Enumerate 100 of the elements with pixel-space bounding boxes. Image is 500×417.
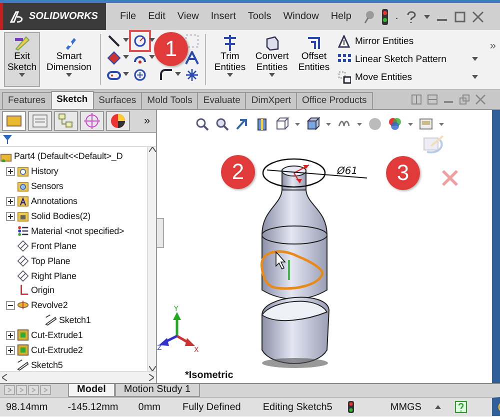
collapse-icon[interactable]	[6, 300, 15, 310]
view-orientation-icon[interactable]	[275, 117, 289, 131]
expand-icon[interactable]	[6, 330, 15, 340]
caret-icon[interactable]	[408, 122, 413, 126]
ribbon-tab[interactable]: Sketch	[50, 91, 94, 109]
menu-item[interactable]: Window	[277, 11, 325, 22]
caret-icon[interactable]	[357, 122, 362, 126]
sketch-circle[interactable]	[262, 158, 326, 188]
tree-item[interactable]: Sensors	[0, 178, 147, 194]
tree-item[interactable]: Top Plane	[0, 253, 147, 268]
menu-item[interactable]: File	[114, 11, 142, 22]
caret-icon[interactable]	[149, 38, 155, 43]
maximize-icon[interactable]	[454, 10, 466, 22]
tree-item[interactable]: Cut-Extrude2	[0, 342, 147, 358]
sketch-tool-item[interactable]: Linear Sketch Pattern	[338, 52, 478, 66]
tree-item[interactable]: Sketch1	[0, 312, 147, 328]
caret-icon[interactable]	[326, 122, 331, 126]
caret-icon[interactable]	[439, 122, 444, 126]
sketch-profile[interactable]	[260, 250, 324, 290]
caret-icon[interactable]	[149, 55, 155, 60]
caret-icon[interactable]	[175, 72, 181, 77]
sketch-tool-item[interactable]: Mirror Entities	[338, 34, 478, 48]
menu-item[interactable]: Help	[324, 11, 358, 22]
separator-dot: .	[395, 11, 398, 22]
cube-icon	[264, 35, 280, 51]
dropdown-arrow-icon[interactable]	[424, 14, 430, 20]
caret-icon[interactable]	[123, 72, 129, 77]
tree-item[interactable]: Material <not specified>	[0, 223, 147, 238]
exit-sketch-icon	[14, 35, 30, 51]
previous-view-icon[interactable]	[235, 117, 249, 131]
text-icon[interactable]	[185, 50, 199, 64]
expand-icon[interactable]	[6, 196, 15, 206]
menu-item[interactable]: Tools	[242, 11, 278, 22]
help-icon[interactable]	[455, 401, 468, 413]
move-icon	[338, 71, 351, 84]
close-icon[interactable]	[472, 10, 484, 22]
tree-item[interactable]: Cut-Extrude1	[0, 328, 147, 343]
ribbon-tab[interactable]: Office Products	[296, 92, 373, 109]
zoom-fit-icon[interactable]	[195, 117, 209, 131]
tree-item[interactable]: Part4 (Default<<Default>_D	[0, 149, 147, 164]
expand-icon[interactable]	[6, 346, 15, 355]
panel-tab[interactable]	[2, 111, 26, 131]
trim-entities-button[interactable]: Trim Entities	[210, 32, 250, 87]
status-text: 98.14mm	[6, 402, 48, 412]
tile-icon[interactable]	[411, 94, 422, 105]
fillet-icon[interactable]	[159, 68, 173, 82]
expand-icon[interactable]	[6, 212, 15, 220]
dimension-label[interactable]: Ø61	[337, 166, 358, 177]
menu-item[interactable]: Insert	[204, 11, 242, 22]
model-tab[interactable]: Model	[68, 384, 115, 397]
pushpin-icon[interactable]	[363, 10, 376, 24]
tree-item[interactable]: History	[0, 164, 147, 179]
line-icon[interactable]	[107, 34, 121, 48]
tree-item[interactable]: Front Plane	[0, 238, 147, 254]
dimension-arrow[interactable]	[266, 164, 368, 184]
tree-item[interactable]: Sketch5	[0, 357, 147, 371]
scene-icon[interactable]	[388, 117, 402, 131]
panel-splitter-handle[interactable]	[157, 218, 164, 248]
sketch-icon	[17, 358, 29, 371]
tree-item[interactable]: Origin	[0, 283, 147, 298]
traffic-light-icon	[381, 8, 390, 24]
tree-item[interactable]: Right Plane	[0, 268, 147, 284]
point-icon[interactable]	[185, 68, 199, 82]
units-selector[interactable]: MMGS	[390, 402, 422, 412]
scroll-right-icon[interactable]	[149, 374, 154, 381]
section-view-icon[interactable]	[255, 117, 269, 131]
caret-icon[interactable]	[123, 38, 129, 43]
sketch-tool-item[interactable]: Move Entities	[338, 71, 478, 84]
scroll-left-icon[interactable]	[2, 374, 7, 381]
menu-item[interactable]: Edit	[142, 11, 172, 22]
grid-icon[interactable]	[185, 34, 199, 48]
panel-tab[interactable]	[106, 111, 130, 131]
offset-icon	[306, 35, 322, 51]
caret-icon[interactable]	[123, 55, 129, 60]
offset-entities-button[interactable]: Offset Entities	[294, 32, 334, 87]
convert-entities-button[interactable]: Convert Entities	[252, 32, 292, 87]
tree-item[interactable]: Solid Bodies(2)	[0, 208, 147, 224]
scroll-down-icon[interactable]	[148, 366, 156, 371]
filter-icon[interactable]	[3, 135, 12, 144]
ribbon-tab[interactable]: Features	[2, 92, 52, 109]
zoom-area-icon[interactable]	[215, 117, 229, 131]
menu-item[interactable]: View	[171, 11, 205, 22]
exit-sketch-button[interactable]: Exit Sketch	[4, 32, 40, 87]
point-circle-icon[interactable]	[133, 68, 147, 82]
scrollbar[interactable]	[0, 371, 156, 383]
scrollbar[interactable]	[147, 147, 156, 371]
tile-icon[interactable]	[427, 94, 438, 105]
smart-dimension-button[interactable]: Smart Dimension	[42, 32, 96, 87]
more-button[interactable]: »	[490, 32, 496, 52]
more-button[interactable]: »	[144, 115, 154, 127]
model-tab[interactable]: Motion Study 1	[114, 384, 200, 397]
caret-icon[interactable]	[295, 122, 300, 126]
view-settings-icon[interactable]	[419, 117, 433, 131]
expand-icon[interactable]	[6, 166, 15, 176]
tree-item[interactable]: Revolve2	[0, 298, 147, 313]
scroll-up-icon[interactable]	[148, 147, 156, 152]
caret-up-icon[interactable]	[435, 405, 442, 409]
tree-item[interactable]: Annotations	[0, 194, 147, 209]
status-text: 0mm	[138, 402, 160, 412]
display-style-icon[interactable]	[306, 117, 320, 131]
